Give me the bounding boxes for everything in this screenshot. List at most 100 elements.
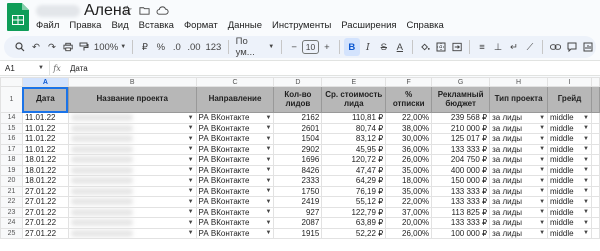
chevron-down-icon[interactable]: ▼ (583, 157, 589, 163)
cell-next[interactable] (590, 206, 600, 218)
row-number[interactable]: 17 (0, 143, 23, 155)
cell-leads[interactable]: 8426 (273, 164, 323, 176)
cell-leads[interactable]: 2902 (273, 143, 323, 155)
text-wrap-icon[interactable]: ↵ (506, 38, 522, 56)
column-header[interactable]: D (273, 77, 323, 87)
cell-cpl[interactable]: 110,81 ₽ (321, 112, 387, 124)
chevron-down-icon[interactable]: ▼ (583, 115, 589, 121)
font-size-input[interactable]: 10 (302, 40, 319, 54)
cell-direction[interactable]: РА ВКонтакте ▼ (195, 154, 275, 166)
cell-budget[interactable]: 113 825 ₽ (431, 206, 491, 218)
cell-direction[interactable]: РА ВКонтакте ▼ (195, 164, 275, 176)
row-number[interactable]: 18 (0, 154, 23, 166)
cell-cpl[interactable]: 76,19 ₽ (321, 185, 387, 197)
chevron-down-icon[interactable]: ▼ (188, 157, 194, 163)
cell-type[interactable]: за лиды ▼ (489, 164, 549, 176)
cell-type[interactable]: за лиды ▼ (489, 143, 549, 155)
cell-cpl[interactable]: 45,95 ₽ (321, 143, 387, 155)
cell-grade[interactable]: middle ▼ (547, 143, 592, 155)
chevron-down-icon[interactable]: ▼ (188, 230, 194, 236)
column-header[interactable]: F (385, 77, 433, 87)
menu-data[interactable]: Данные (228, 20, 262, 31)
cell-unsub[interactable]: 35,00% (385, 164, 433, 176)
insert-link-icon[interactable] (547, 38, 564, 56)
print-icon[interactable] (60, 38, 76, 56)
cell-date[interactable]: 27.01.22 (21, 227, 69, 239)
cell-grade[interactable]: middle ▼ (547, 217, 592, 229)
header-cell-project[interactable]: Название проекта (67, 86, 197, 113)
cell-date[interactable]: 27.01.22 (21, 217, 69, 229)
row-number[interactable]: 20 (0, 175, 23, 187)
column-header[interactable]: C (195, 77, 275, 87)
cell-leads[interactable]: 2087 (273, 217, 323, 229)
cell-budget[interactable]: 125 017 ₽ (431, 133, 491, 145)
column-header[interactable]: A (21, 77, 69, 87)
cell-date[interactable]: 27.01.22 (21, 185, 69, 197)
formula-input[interactable]: Дата (66, 64, 88, 73)
cell-unsub[interactable]: 37,00% (385, 206, 433, 218)
cell-type[interactable]: за лиды ▼ (489, 133, 549, 145)
chevron-down-icon[interactable]: ▼ (539, 167, 545, 173)
cell-leads[interactable]: 1696 (273, 154, 323, 166)
cell-cpl[interactable]: 120,72 ₽ (321, 154, 387, 166)
cell-project[interactable]: ▼ (67, 112, 197, 124)
chevron-down-icon[interactable]: ▼ (188, 167, 194, 173)
column-header[interactable]: H (489, 77, 549, 87)
cell-unsub[interactable]: 18,00% (385, 175, 433, 187)
cell-date[interactable]: 18.01.22 (21, 164, 69, 176)
column-header[interactable]: E (321, 77, 387, 87)
menus-search-icon[interactable] (12, 38, 28, 56)
cell-leads[interactable]: 927 (273, 206, 323, 218)
cell-budget[interactable]: 210 000 ₽ (431, 122, 491, 134)
row-number[interactable]: 25 (0, 227, 23, 239)
cell-grade[interactable]: middle ▼ (547, 164, 592, 176)
cell-type[interactable]: за лиды ▼ (489, 227, 549, 239)
cell-budget[interactable]: 133 333 ₽ (431, 196, 491, 208)
cell-project[interactable]: ▼ (67, 143, 197, 155)
cell-direction[interactable]: РА ВКонтакте ▼ (195, 122, 275, 134)
insert-comment-icon[interactable] (564, 38, 580, 56)
chevron-down-icon[interactable]: ▼ (539, 230, 545, 236)
menu-insert[interactable]: Вставка (139, 20, 174, 31)
cell-type[interactable]: за лиды ▼ (489, 185, 549, 197)
cell-leads[interactable]: 2601 (273, 122, 323, 134)
cell-grade[interactable]: middle ▼ (547, 175, 592, 187)
cell-date[interactable]: 11.01.22 (21, 122, 69, 134)
row-number[interactable]: 1 (0, 86, 23, 113)
cell-budget[interactable]: 400 000 ₽ (431, 164, 491, 176)
cell-budget[interactable]: 204 750 ₽ (431, 154, 491, 166)
chevron-down-icon[interactable]: ▼ (539, 115, 545, 121)
cell-type[interactable]: за лиды ▼ (489, 112, 549, 124)
cell-unsub[interactable]: 36,00% (385, 143, 433, 155)
cell-cpl[interactable]: 80,74 ₽ (321, 122, 387, 134)
text-rotation-icon[interactable]: ⟋ (522, 38, 538, 56)
cell-next[interactable] (590, 154, 600, 166)
cell-unsub[interactable]: 22,00% (385, 196, 433, 208)
cell-project[interactable]: ▼ (67, 206, 197, 218)
undo-icon[interactable]: ↶ (28, 38, 44, 56)
cell-budget[interactable]: 133 333 ₽ (431, 143, 491, 155)
chevron-down-icon[interactable]: ▼ (539, 157, 545, 163)
menu-tools[interactable]: Инструменты (272, 20, 331, 31)
vertical-align-icon[interactable]: ⊥ (490, 38, 506, 56)
chevron-down-icon[interactable]: ▼ (539, 178, 545, 184)
row-number[interactable]: 16 (0, 133, 23, 145)
cell-leads[interactable]: 2162 (273, 112, 323, 124)
header-cell-budget[interactable]: Рекламный бюджет (431, 86, 491, 113)
cell-date[interactable]: 11.01.22 (21, 133, 69, 145)
cell-unsub[interactable]: 20,00% (385, 217, 433, 229)
borders-icon[interactable] (433, 38, 449, 56)
cell-leads[interactable]: 2419 (273, 196, 323, 208)
sheets-logo-icon[interactable] (6, 2, 30, 32)
menu-file[interactable]: Файл (36, 20, 59, 31)
menu-edit[interactable]: Правка (69, 20, 101, 31)
cell-type[interactable]: за лиды ▼ (489, 175, 549, 187)
merge-cells-icon[interactable] (449, 38, 465, 56)
zoom-select[interactable]: 100% ▼ (92, 38, 128, 56)
cell-direction[interactable]: РА ВКонтакте ▼ (195, 143, 275, 155)
cell-budget[interactable]: 239 568 ₽ (431, 112, 491, 124)
format-percent-button[interactable]: % (153, 38, 169, 56)
row-number[interactable]: 21 (0, 185, 23, 197)
chevron-down-icon[interactable]: ▼ (266, 178, 272, 184)
cell-project[interactable]: ▼ (67, 185, 197, 197)
